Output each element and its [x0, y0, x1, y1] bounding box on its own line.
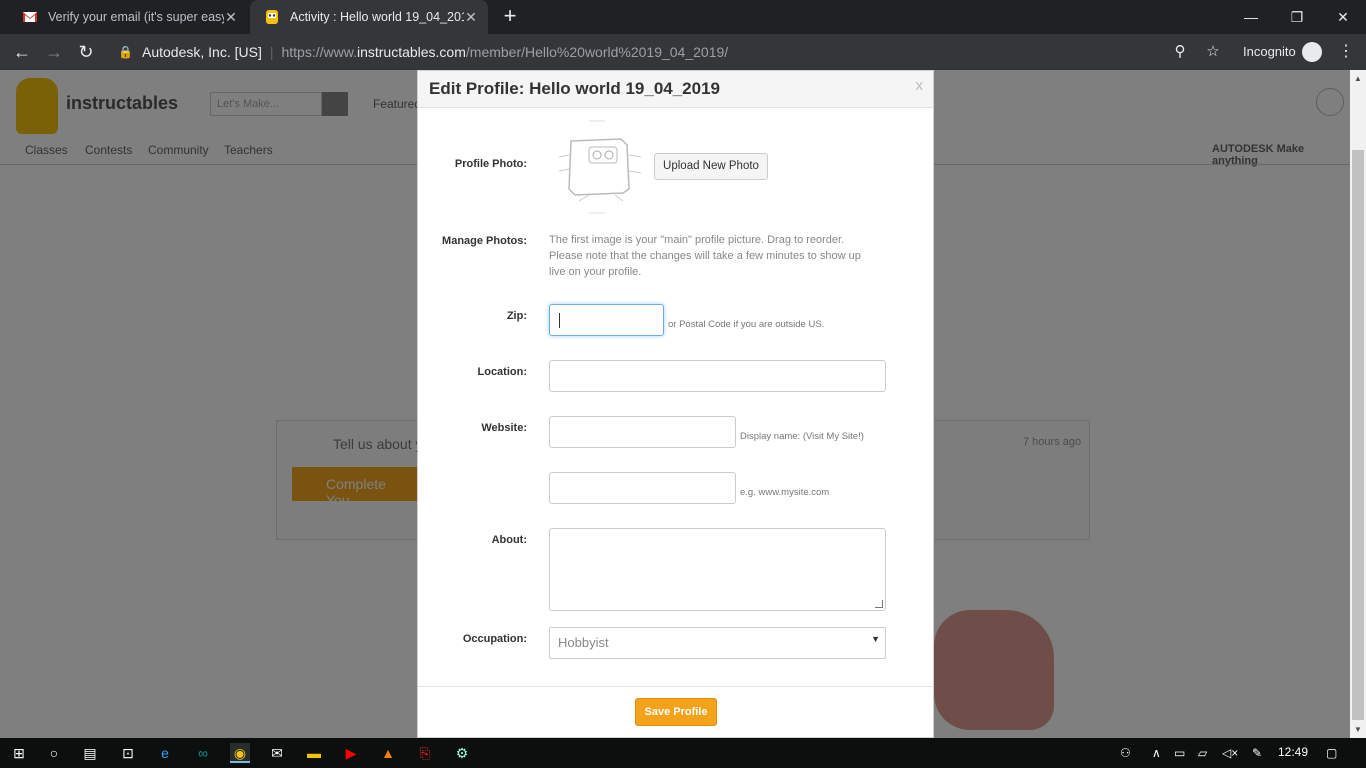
- manage-photos-text-1: The first image is your "main" profile p…: [549, 234, 845, 246]
- minimize-button[interactable]: —: [1228, 0, 1274, 34]
- tab-title: Verify your email (it's super easy): [48, 10, 224, 24]
- occupation-label: Occupation:: [462, 633, 527, 645]
- edge-icon[interactable]: e: [155, 743, 175, 763]
- chrome-icon[interactable]: ◉: [230, 743, 250, 763]
- tab-gmail[interactable]: Verify your email (it's super easy) ✕: [8, 0, 248, 34]
- mail-icon[interactable]: ✉: [267, 743, 287, 763]
- save-profile-button[interactable]: Save Profile: [635, 698, 717, 726]
- scrollbar-thumb[interactable]: [1352, 150, 1364, 720]
- lock-icon[interactable]: 🔒: [118, 45, 133, 59]
- profile-photo-label: Profile Photo:: [454, 158, 527, 170]
- maximize-button[interactable]: ❐: [1274, 0, 1320, 34]
- browser-toolbar: ← → ↻ 🔒 Autodesk, Inc. [US] | https://ww…: [0, 34, 1366, 70]
- bookmark-star-icon[interactable]: ☆: [1203, 42, 1223, 62]
- network-icon[interactable]: ▱: [1198, 746, 1207, 760]
- zoom-icon[interactable]: ⚲: [1170, 42, 1190, 62]
- people-icon[interactable]: ⚇: [1120, 746, 1131, 760]
- text-caret: [559, 313, 560, 328]
- taskbar-clock[interactable]: 12:49: [1278, 745, 1308, 759]
- modal-title: Edit Profile: Hello world 19_04_2019: [429, 79, 721, 98]
- windows-taskbar: ⊞ ○ ▤ ⊡ e ∞ ◉ ✉ ▬ ▶ ▲ ⎘ ⚙ ⚇ ∧ ▭ ▱ ◁× ✎ 1…: [0, 738, 1366, 768]
- task-view-icon[interactable]: ▤: [80, 743, 100, 763]
- notifications-icon[interactable]: ▢: [1326, 746, 1337, 760]
- new-tab-button[interactable]: +: [498, 4, 522, 28]
- website-display-name-help: Display name: (Visit My Site!): [740, 431, 864, 442]
- incognito-label: Incognito: [1243, 44, 1296, 59]
- site-organization: Autodesk, Inc. [US]: [142, 44, 262, 60]
- forward-arrow-icon[interactable]: →: [42, 40, 66, 64]
- address-separator: |: [269, 44, 274, 60]
- manage-photos-label: Manage Photos:: [442, 235, 527, 247]
- tab-instructables[interactable]: Activity : Hello world 19_04_2019 ✕: [250, 0, 488, 34]
- gmail-icon: [23, 12, 37, 22]
- website-label: Website:: [481, 422, 527, 434]
- manage-photos-text-2: Please note that the changes will take a…: [549, 250, 861, 262]
- close-tab-icon[interactable]: ✕: [224, 9, 238, 26]
- web-page: instructables Let's Make... Featured Cla…: [0, 70, 1350, 738]
- scroll-down-icon[interactable]: ▼: [1354, 725, 1362, 734]
- resize-handle-icon[interactable]: [875, 600, 883, 608]
- zip-help: or Postal Code if you are outside US.: [668, 319, 825, 330]
- modal-footer-divider: [418, 686, 933, 687]
- url-text: https://www.instructables.com/member/Hel…: [281, 44, 728, 60]
- zip-input[interactable]: [549, 304, 664, 336]
- about-label: About:: [491, 534, 527, 546]
- arduino-icon[interactable]: ∞: [193, 743, 213, 763]
- about-textarea[interactable]: [549, 528, 886, 611]
- website-url-input[interactable]: [549, 472, 736, 504]
- tab-strip: Verify your email (it's super easy) ✕ Ac…: [0, 0, 1366, 34]
- scroll-up-icon[interactable]: ▲: [1354, 74, 1362, 83]
- file-explorer-icon[interactable]: ▬: [304, 743, 324, 763]
- page-scrollbar[interactable]: ▲ ▼: [1350, 70, 1366, 738]
- location-input[interactable]: [549, 360, 886, 392]
- youtube-icon[interactable]: ▶: [341, 743, 361, 763]
- upload-new-photo-button[interactable]: Upload New Photo: [654, 153, 768, 180]
- close-tab-icon[interactable]: ✕: [464, 9, 478, 26]
- caret-down-icon: ▼: [871, 634, 880, 644]
- url-host: instructables.com: [356, 44, 466, 60]
- modal-header: Edit Profile: Hello world 19_04_2019 x: [418, 71, 933, 108]
- url-path: /member/Hello%20world%2019_04_2019/: [465, 44, 729, 60]
- website-display-name-input[interactable]: [549, 416, 736, 448]
- show-hidden-icons-chevron-icon[interactable]: ∧: [1152, 746, 1161, 760]
- power-icon[interactable]: ▭: [1174, 746, 1185, 760]
- manage-photos-text-3: live on your profile.: [549, 266, 642, 278]
- zip-label: Zip:: [506, 310, 527, 322]
- back-arrow-icon[interactable]: ←: [10, 40, 34, 64]
- occupation-value: Hobbyist: [558, 635, 609, 650]
- website-url-help: e.g. www.mysite.com: [740, 487, 830, 498]
- occupation-select[interactable]: Hobbyist ▼: [549, 627, 886, 659]
- instructables-robot-icon: [266, 10, 278, 24]
- fritzing-icon[interactable]: ⚙: [452, 743, 472, 763]
- menu-dots-icon[interactable]: ⋮: [1336, 42, 1356, 62]
- address-bar[interactable]: 🔒 Autodesk, Inc. [US] | https://www.inst…: [110, 38, 1230, 66]
- cortana-icon[interactable]: ○: [44, 743, 64, 763]
- close-window-button[interactable]: ✕: [1320, 0, 1366, 34]
- store-icon[interactable]: ⊡: [118, 743, 138, 763]
- acrobat-icon[interactable]: ⎘: [415, 743, 435, 763]
- edit-profile-modal: Edit Profile: Hello world 19_04_2019 x P…: [417, 70, 934, 738]
- close-icon[interactable]: x: [916, 77, 924, 94]
- windows-start-icon[interactable]: ⊞: [9, 743, 29, 763]
- volume-muted-icon[interactable]: ◁×: [1222, 746, 1238, 760]
- incognito-icon[interactable]: [1302, 42, 1322, 62]
- url-prefix: https://www.: [281, 44, 357, 60]
- vlc-icon[interactable]: ▲: [378, 743, 398, 763]
- pen-icon[interactable]: ✎: [1252, 746, 1262, 760]
- reload-icon[interactable]: ↻: [74, 40, 98, 64]
- tab-title: Activity : Hello world 19_04_2019: [290, 10, 464, 24]
- profile-photo-placeholder[interactable]: [549, 119, 645, 215]
- location-label: Location:: [477, 366, 528, 378]
